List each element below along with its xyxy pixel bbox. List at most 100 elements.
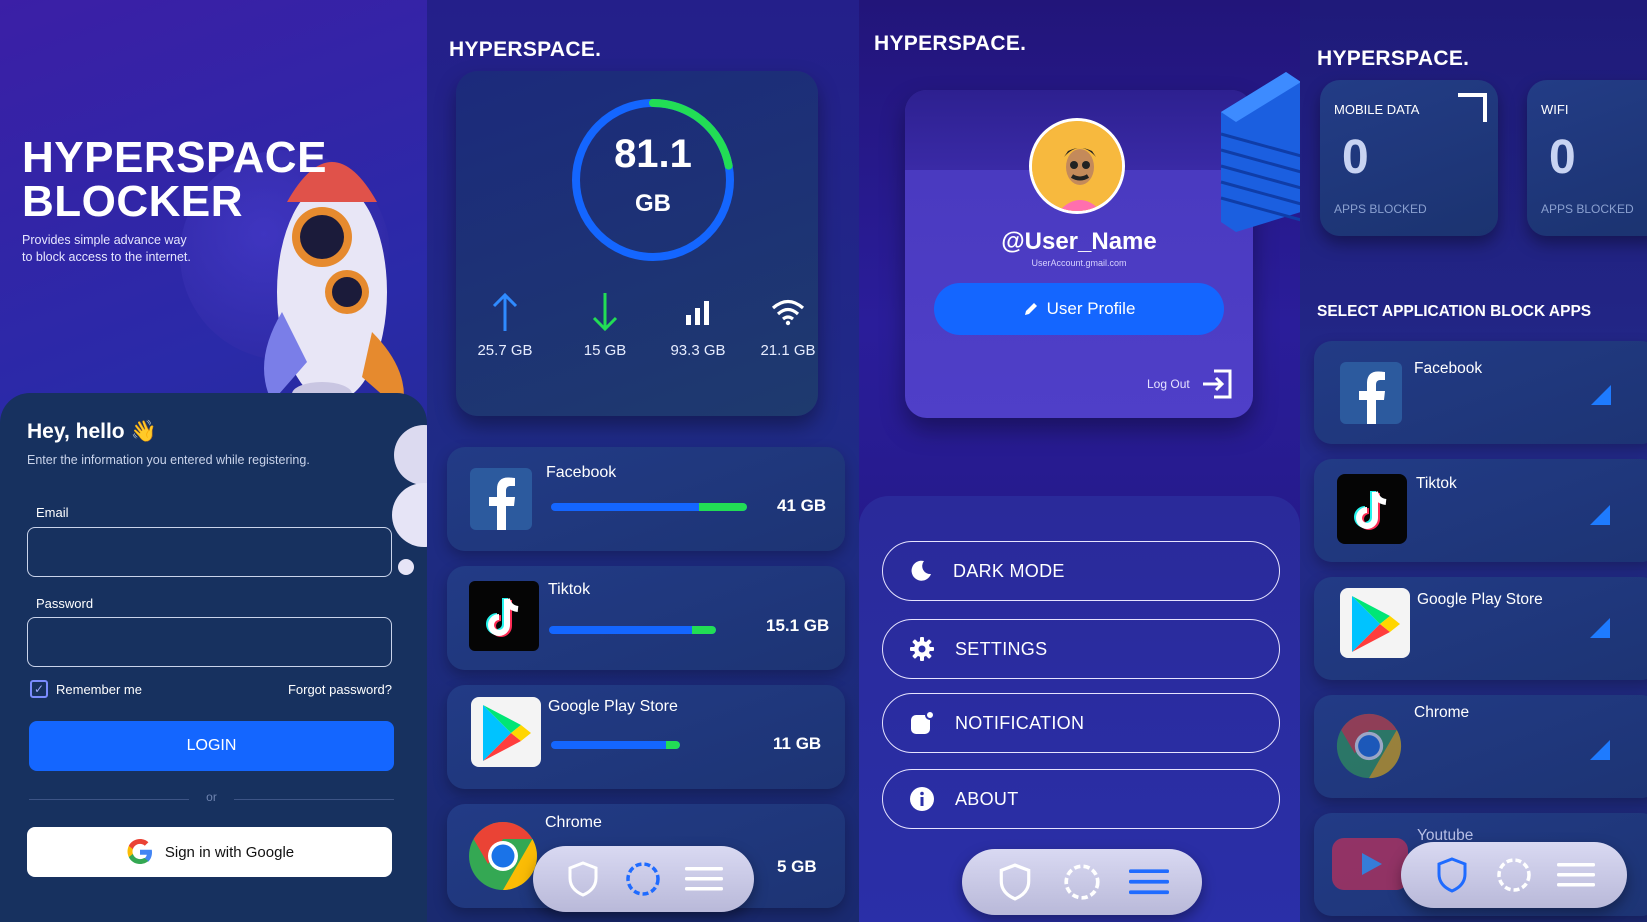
wifi-label: WIFI	[1541, 102, 1569, 117]
pencil-icon	[1024, 303, 1037, 315]
user-profile-button[interactable]: User Profile	[934, 283, 1224, 335]
total-usage-value: 81.1	[614, 132, 692, 176]
user-avatar[interactable]	[1029, 118, 1125, 214]
greeting-subtitle: Enter the information you entered while …	[27, 453, 310, 467]
login-button[interactable]: LOGIN	[29, 721, 394, 771]
password-field[interactable]	[27, 617, 392, 667]
nav-menu-button[interactable]	[680, 855, 728, 903]
mobile-data-label: MOBILE DATA	[1334, 102, 1420, 117]
google-signin-label: Sign in with Google	[164, 843, 295, 861]
tiktok-icon	[469, 581, 539, 651]
divider-line-right	[234, 799, 394, 800]
menu-about-label: ABOUT	[955, 788, 1019, 809]
brand-title: HYPERSPACE.	[1317, 47, 1470, 70]
block-app-name: Tiktok	[1416, 475, 1457, 492]
hero-title-line2: BLOCKER	[22, 177, 244, 226]
nav-loading-button[interactable]	[619, 855, 667, 903]
usage-app-name: Chrome	[545, 814, 602, 831]
wifi-icon	[771, 299, 805, 326]
forgot-password-link[interactable]: Forgot password?	[288, 682, 392, 697]
nav-shield-button[interactable]	[559, 855, 607, 903]
play-store-icon	[471, 697, 541, 767]
stat-upload: 25.7 GB	[465, 290, 545, 359]
stat-mobile: 93.3 GB	[658, 290, 738, 359]
greeting-title: Hey, hello 👋	[27, 420, 157, 443]
menu-dark-mode-label: DARK MODE	[953, 560, 1065, 581]
wifi-card[interactable]: WIFI 0 APPS BLOCKED	[1527, 80, 1647, 236]
download-arrow-icon	[592, 293, 618, 332]
usage-bar-facebook	[551, 503, 747, 511]
block-app-name: Facebook	[1414, 360, 1483, 377]
gear-icon	[910, 637, 934, 661]
hero-title-line1: HYPERSPACE	[22, 133, 327, 182]
block-toggle-indicator[interactable]	[1590, 505, 1610, 525]
remember-checkbox[interactable]: ✓	[30, 680, 48, 698]
mobile-data-card[interactable]: MOBILE DATA 0 APPS BLOCKED	[1320, 80, 1498, 236]
google-icon	[127, 839, 152, 864]
nav-shield-button[interactable]	[1428, 851, 1476, 899]
usage-bar-tip	[666, 741, 680, 749]
hero-title: HYPERSPACE BLOCKER	[22, 136, 327, 224]
stat-upload-value: 25.7 GB	[477, 342, 533, 359]
wifi-sub: APPS BLOCKED	[1541, 202, 1634, 216]
shield-icon	[1000, 863, 1031, 901]
chrome-icon	[467, 820, 539, 892]
usage-bar-tip	[692, 626, 716, 634]
bottom-nav	[962, 849, 1202, 915]
block-app-name: Google Play Store	[1417, 591, 1543, 608]
hero-subtitle: Provides simple advance way to block acc…	[22, 233, 191, 264]
email-field[interactable]	[27, 527, 392, 577]
menu-notification[interactable]: NOTIFICATION	[882, 693, 1280, 753]
nav-menu-button[interactable]	[1552, 851, 1600, 899]
menu-settings-label: SETTINGS	[955, 638, 1048, 659]
moon-icon	[911, 560, 931, 581]
nav-loading-button[interactable]	[1058, 858, 1106, 906]
menu-icon	[1557, 863, 1595, 887]
youtube-icon	[1332, 838, 1408, 890]
usage-ring	[572, 99, 734, 261]
block-toggle-indicator[interactable]	[1590, 618, 1610, 638]
user-email: UserAccount.gmail.com	[1031, 258, 1127, 268]
menu-settings[interactable]: SETTINGS	[882, 619, 1280, 679]
loading-icon	[626, 862, 661, 896]
shield-icon	[568, 861, 598, 897]
stat-wifi: 21.1 GB	[748, 290, 828, 359]
block-app-name: Chrome	[1414, 704, 1470, 721]
menu-icon	[1128, 869, 1169, 895]
block-toggle-indicator[interactable]	[1590, 740, 1610, 760]
bottom-nav	[1401, 842, 1627, 908]
remember-me[interactable]: ✓ Remember me	[30, 680, 142, 698]
nav-menu-button[interactable]	[1125, 858, 1173, 906]
mobile-data-value: 0	[1342, 131, 1369, 184]
password-label: Password	[36, 596, 94, 611]
usage-screen: HYPERSPACE. 81.1 GB 25.7 GB 15 GB 93.3 G…	[427, 0, 859, 922]
shield-icon	[1437, 857, 1467, 893]
menu-dark-mode[interactable]: DARK MODE	[882, 541, 1280, 601]
logout-icon	[1202, 369, 1232, 399]
logout-label: Log Out	[1147, 377, 1190, 391]
email-label: Email	[36, 505, 69, 520]
stat-download-value: 15 GB	[583, 342, 627, 359]
notification-icon	[911, 710, 935, 734]
google-signin-button[interactable]: Sign in with Google	[27, 827, 392, 877]
brand-title: HYPERSPACE.	[449, 38, 602, 61]
profile-screen: HYPERSPACE. @User_Name UserAccount.gmail…	[859, 0, 1300, 922]
bottom-nav	[533, 846, 754, 912]
stat-mobile-value: 93.3 GB	[670, 342, 726, 359]
nav-shield-button[interactable]	[991, 858, 1039, 906]
nav-loading-button[interactable]	[1490, 851, 1538, 899]
user-profile-label: User Profile	[1046, 299, 1136, 318]
select-apps-title: SELECT APPLICATION BLOCK APPS	[1317, 303, 1592, 320]
block-toggle-indicator[interactable]	[1591, 385, 1611, 405]
menu-about[interactable]: ABOUT	[882, 769, 1280, 829]
usage-app-name: Facebook	[546, 464, 617, 481]
usage-bar-play-store	[551, 741, 680, 749]
facebook-icon	[470, 468, 532, 530]
tiktok-icon	[1337, 474, 1407, 544]
or-label: or	[206, 790, 217, 804]
usage-app-name: Google Play Store	[548, 698, 678, 715]
play-store-icon	[1340, 588, 1410, 658]
total-usage-unit: GB	[635, 190, 671, 217]
loading-icon	[1497, 858, 1531, 892]
logout-button[interactable]: Log Out	[1147, 368, 1234, 400]
